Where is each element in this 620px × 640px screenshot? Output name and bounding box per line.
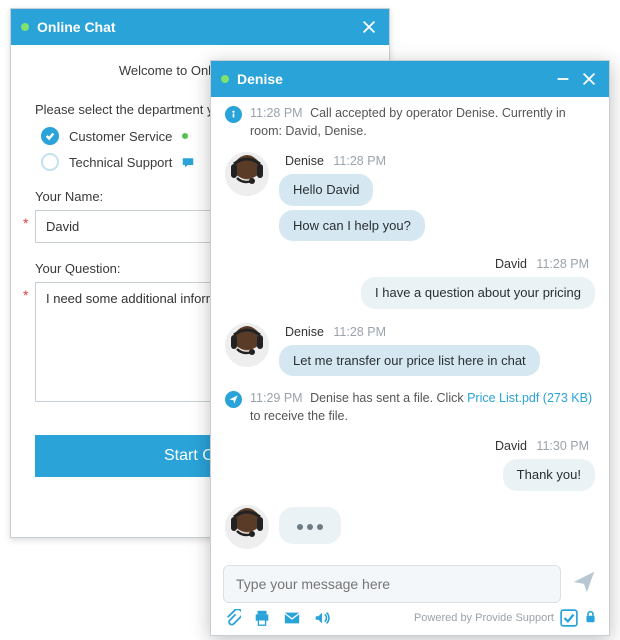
close-icon[interactable] <box>359 17 379 37</box>
sent-icon <box>225 391 242 408</box>
minimize-icon[interactable] <box>553 69 573 89</box>
system-message: 11:28 PM Call accepted by operator Denis… <box>225 105 595 140</box>
timestamp: 11:28 PM <box>333 325 386 339</box>
available-dot-icon <box>182 133 188 139</box>
required-star-icon: * <box>23 215 28 231</box>
message-bubble: I have a question about your pricing <box>361 277 595 309</box>
sender-name: Denise <box>285 325 324 339</box>
mail-icon[interactable] <box>283 609 301 627</box>
message-bubble: Hello David <box>279 174 373 206</box>
composer <box>211 557 609 603</box>
department-label: Technical Support <box>69 155 172 170</box>
chat-header: Denise <box>211 61 609 97</box>
timestamp: 11:29 PM <box>250 391 303 405</box>
message-icon <box>182 156 194 168</box>
timestamp: 11:30 PM <box>536 439 589 453</box>
sender-name: Denise <box>285 154 324 168</box>
timestamp: 11:28 PM <box>536 257 589 271</box>
timestamp: 11:28 PM <box>250 106 303 120</box>
operator-avatar <box>225 505 269 549</box>
typing-indicator <box>279 507 341 545</box>
attach-icon[interactable] <box>223 609 241 627</box>
message-input[interactable] <box>223 565 561 603</box>
lock-icon <box>584 610 597 626</box>
operator-name: Denise <box>237 71 283 87</box>
message-bubble: Thank you! <box>503 459 595 491</box>
message-bubble: How can I help you? <box>279 210 425 242</box>
visitor-message-group: David 11:30 PM Thank you! <box>225 437 595 493</box>
status-dot-icon <box>221 75 229 83</box>
chat-toolbar: Powered by Provide Support <box>211 603 609 635</box>
file-notice-after: to receive the file. <box>250 409 348 423</box>
info-icon <box>225 106 242 123</box>
timestamp: 11:28 PM <box>333 154 386 168</box>
checkbox-icon[interactable] <box>560 609 578 627</box>
required-star-icon: * <box>23 287 28 303</box>
radio-selected-icon <box>41 127 59 145</box>
message-bubble: Let me transfer our price list here in c… <box>279 345 540 377</box>
powered-by-text[interactable]: Powered by Provide Support <box>414 612 554 624</box>
operator-message-group: Denise 11:28 PM Let me transfer our pric… <box>225 323 595 379</box>
close-icon[interactable] <box>579 69 599 89</box>
sender-name: David <box>495 439 527 453</box>
system-message: 11:29 PM Denise has sent a file. Click P… <box>225 390 595 425</box>
chat-window: Denise 11:28 PM Call accepted by operato… <box>210 60 610 636</box>
send-icon[interactable] <box>571 569 597 600</box>
prechat-title: Online Chat <box>37 19 116 35</box>
sender-name: David <box>495 257 527 271</box>
typing-indicator-group <box>225 505 595 549</box>
visitor-message-group: David 11:28 PM I have a question about y… <box>225 255 595 311</box>
file-link[interactable]: Price List.pdf (273 KB) <box>467 391 592 405</box>
chat-body: 11:28 PM Call accepted by operator Denis… <box>211 97 609 557</box>
operator-message-group: Denise 11:28 PM Hello David How can I he… <box>225 152 595 243</box>
operator-avatar <box>225 323 269 367</box>
print-icon[interactable] <box>253 609 271 627</box>
radio-unselected-icon <box>41 153 59 171</box>
operator-avatar <box>225 152 269 196</box>
department-label: Customer Service <box>69 129 172 144</box>
file-notice-before: Denise has sent a file. Click <box>310 391 467 405</box>
sound-icon[interactable] <box>313 609 331 627</box>
status-dot-icon <box>21 23 29 31</box>
prechat-header: Online Chat <box>11 9 389 45</box>
